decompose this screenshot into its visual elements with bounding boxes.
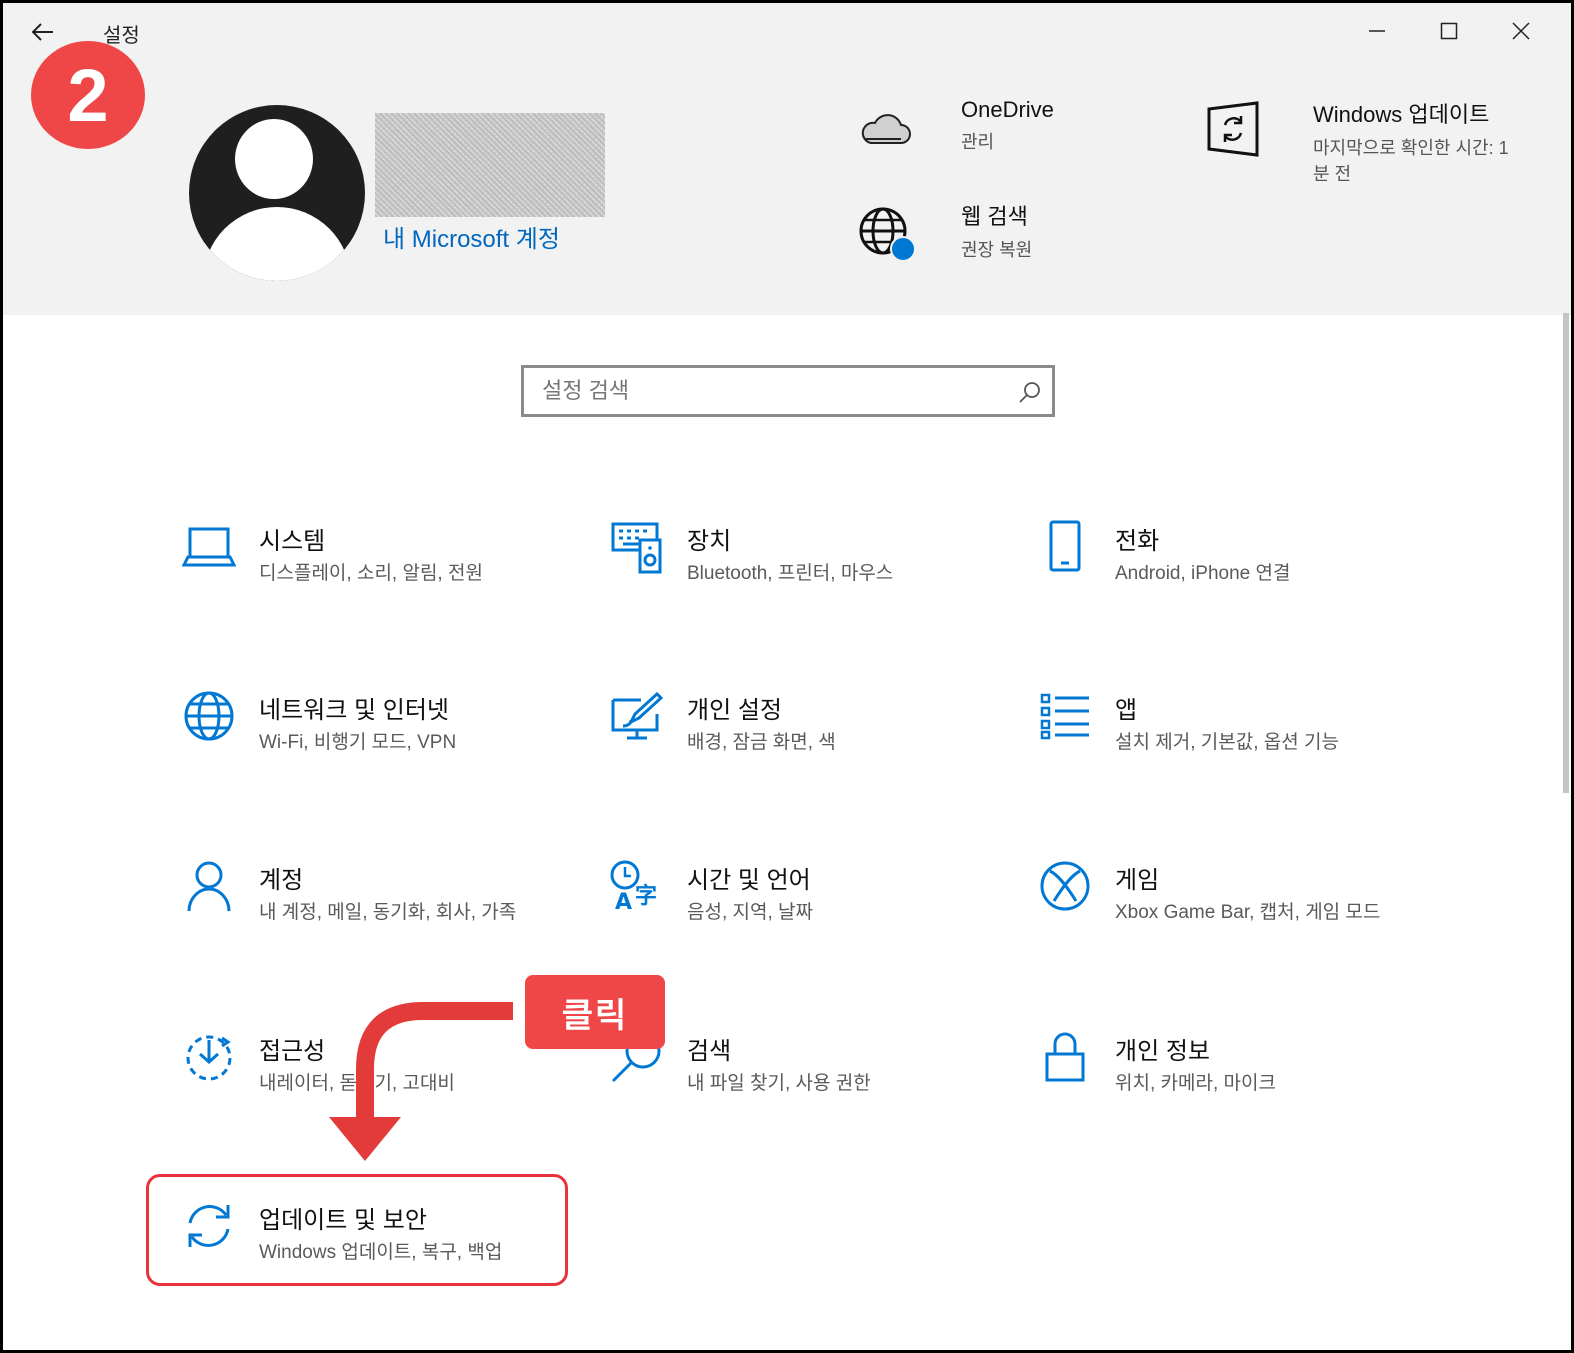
- category-privacy[interactable]: 개인 정보 위치, 카메라, 마이크: [1037, 1029, 1437, 1139]
- category-subtitle: 위치, 카메라, 마이크: [1115, 1073, 1276, 1094]
- cloud-icon: [853, 97, 917, 161]
- blurred-user-name: [375, 113, 605, 217]
- maximize-icon: [1440, 22, 1458, 40]
- highlight-box: [146, 1174, 568, 1286]
- category-personalization[interactable]: 개인 설정 배경, 잠금 화면, 색: [609, 688, 1009, 798]
- category-title: 게임: [1115, 867, 1160, 894]
- devices-icon: [609, 519, 665, 575]
- laptop-icon: [181, 519, 237, 575]
- settings-search-box[interactable]: [521, 365, 1055, 417]
- svg-text:字: 字: [635, 883, 657, 909]
- category-subtitle: 음성, 지역, 날짜: [687, 902, 813, 923]
- category-subtitle: Xbox Game Bar, 캡처, 게임 모드: [1115, 902, 1381, 923]
- accessibility-icon: [181, 1029, 237, 1085]
- time-language-icon: A字: [609, 858, 665, 914]
- web-search-title: 웹 검색: [961, 204, 1028, 229]
- category-title: 개인 설정: [687, 697, 782, 724]
- category-apps[interactable]: 앱 설치 제거, 기본값, 옵션 기능: [1037, 688, 1437, 798]
- category-title: 계정: [259, 867, 304, 894]
- svg-text:A: A: [615, 890, 632, 913]
- step-number-badge: 2: [31, 41, 145, 149]
- person-icon: [181, 858, 237, 914]
- lock-icon: [1037, 1029, 1093, 1085]
- category-search[interactable]: 검색 내 파일 찾기, 사용 권한: [609, 1029, 1009, 1139]
- click-annotation-label: 클릭: [525, 975, 665, 1049]
- minimize-icon: [1369, 30, 1385, 32]
- settings-window: 설정 2 내 Microsoft 계정 OneDrive 관리 웹 검색 권장 …: [0, 0, 1574, 1353]
- category-subtitle: 설치 제거, 기본값, 옵션 기능: [1115, 732, 1339, 753]
- microsoft-account-link[interactable]: 내 Microsoft 계정: [383, 219, 560, 254]
- category-title: 네트워크 및 인터넷: [259, 697, 449, 724]
- onedrive-subtitle: 관리: [961, 132, 995, 152]
- windows-update-quick-link[interactable]: Windows 업데이트 마지막으로 확인한 시간: 1분 전: [1201, 97, 1509, 184]
- settings-search-input[interactable]: [524, 368, 1004, 414]
- xbox-icon: [1037, 858, 1093, 914]
- onedrive-quick-link[interactable]: OneDrive 관리: [853, 97, 1054, 161]
- category-title: 전화: [1115, 528, 1160, 555]
- maximize-button[interactable]: [1413, 9, 1485, 53]
- annotation-arrow: [329, 1002, 513, 1161]
- category-devices[interactable]: 장치 Bluetooth, 프린터, 마우스: [609, 519, 1009, 629]
- close-button[interactable]: [1485, 9, 1557, 53]
- avatar[interactable]: [189, 105, 365, 281]
- window-controls: [1341, 9, 1557, 53]
- header-area: 설정 2 내 Microsoft 계정 OneDrive 관리 웹 검색 권장 …: [3, 3, 1571, 315]
- apps-list-icon: [1037, 688, 1093, 744]
- category-title: 시간 및 언어: [687, 867, 811, 894]
- category-subtitle: Android, iPhone 연결: [1115, 563, 1291, 584]
- web-search-subtitle: 권장 복원: [961, 240, 1033, 260]
- personalization-icon: [609, 688, 665, 744]
- category-accounts[interactable]: 계정 내 계정, 메일, 동기화, 회사, 가족: [181, 858, 581, 968]
- category-subtitle: 디스플레이, 소리, 알림, 전원: [259, 563, 483, 584]
- category-phone[interactable]: 전화 Android, iPhone 연결: [1037, 519, 1437, 629]
- back-button[interactable]: [25, 17, 61, 47]
- phone-icon: [1037, 519, 1093, 575]
- category-title: 앱: [1115, 697, 1138, 724]
- globe-icon: [181, 688, 237, 744]
- category-subtitle: 배경, 잠금 화면, 색: [687, 732, 836, 753]
- web-search-quick-link[interactable]: 웹 검색 권장 복원: [853, 199, 1032, 263]
- magnifier-icon[interactable]: [1018, 380, 1042, 404]
- category-network[interactable]: 네트워크 및 인터넷 Wi-Fi, 비행기 모드, VPN: [181, 688, 581, 798]
- close-icon: [1512, 22, 1530, 40]
- minimize-button[interactable]: [1341, 9, 1413, 53]
- category-subtitle: Bluetooth, 프린터, 마우스: [687, 563, 894, 584]
- category-subtitle: 내 파일 찾기, 사용 권한: [687, 1073, 871, 1094]
- windows-update-title: Windows 업데이트: [1313, 102, 1490, 127]
- scrollbar[interactable]: [1563, 313, 1569, 793]
- onedrive-title: OneDrive: [961, 97, 1054, 122]
- category-title: 장치: [687, 528, 732, 555]
- category-title: 검색: [687, 1038, 732, 1065]
- category-time-language[interactable]: A字 시간 및 언어 음성, 지역, 날짜: [609, 858, 1009, 968]
- windows-update-icon: [1201, 97, 1265, 161]
- category-subtitle: 내 계정, 메일, 동기화, 회사, 가족: [259, 902, 517, 923]
- back-arrow-icon: [31, 23, 53, 41]
- category-subtitle: Wi-Fi, 비행기 모드, VPN: [259, 732, 457, 753]
- category-gaming[interactable]: 게임 Xbox Game Bar, 캡처, 게임 모드: [1037, 858, 1437, 968]
- category-system[interactable]: 시스템 디스플레이, 소리, 알림, 전원: [181, 519, 581, 629]
- globe-badge-icon: [853, 199, 917, 263]
- category-title: 시스템: [259, 528, 326, 555]
- category-title: 개인 정보: [1115, 1038, 1210, 1065]
- windows-update-subtitle: 마지막으로 확인한 시간: 1분 전: [1313, 138, 1509, 184]
